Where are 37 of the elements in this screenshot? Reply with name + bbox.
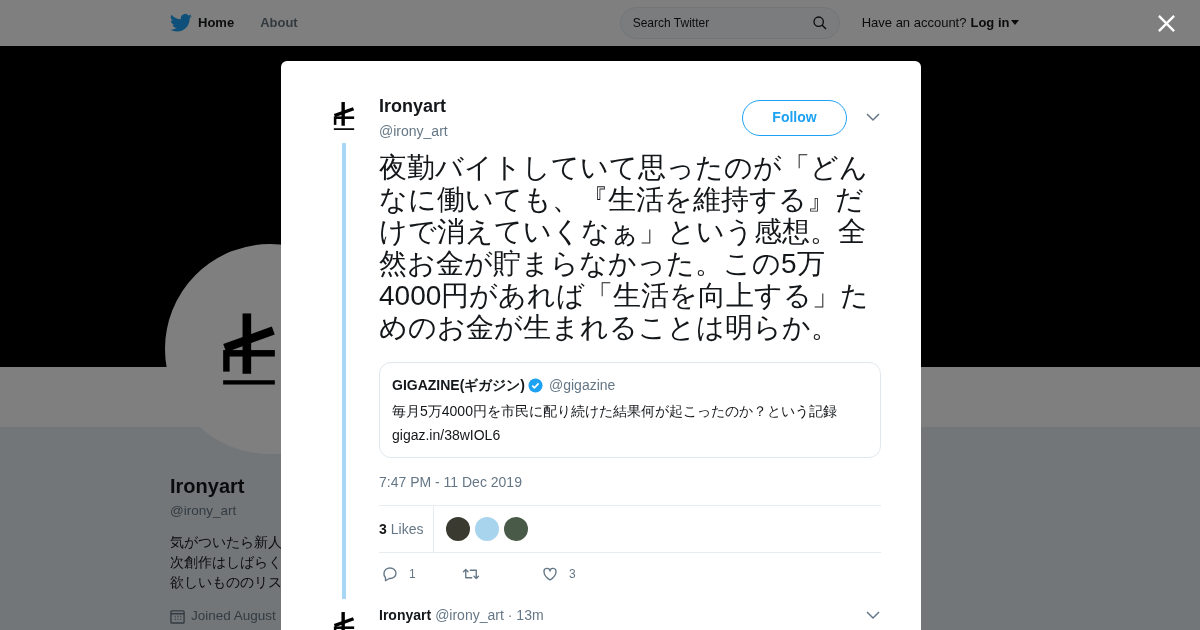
calendar-icon [170,608,185,624]
action-count: 1 [409,566,416,583]
chevron-down-icon[interactable] [866,611,880,620]
quoted-author-name: GIGAZINE(ギガジン) [392,376,525,395]
reply-icon[interactable] [381,565,399,583]
quoted-link: gigaz.in/38wIOL6 [392,426,502,445]
login-button[interactable]: Log in [970,13,1020,33]
quoted-tweet[interactable]: GIGAZINE(ギガジン) @gigazine 毎月5万4000円を市民に配り続けた結果何が起こったのか？という記録 gigaz.in/38wIOL6 [379,362,881,458]
reply-handle[interactable]: @irony_art [435,605,504,626]
joined-date: Joined August [191,607,276,626]
profile-handle: @irony_art [170,502,237,520]
author-avatar [333,101,355,131]
search-field[interactable]: Search Twitter [619,7,840,39]
reply-author-name[interactable]: Ironyart [379,605,432,626]
likes-count[interactable]: 3 Likes [379,506,435,552]
heart-icon[interactable] [541,565,559,583]
bio-line: 欲しいもののリス [170,574,282,593]
quoted-handle: @gigazine [549,376,616,395]
bio-line: 気がついたら新人 [170,534,282,553]
nav-link[interactable]: About [260,13,298,33]
tweet-text: 夜勤バイトしていて思ったのが「どんなに働いても、『生活を維持する』だけで消えていくなぁ」という感想。全然お金が貯まらなかった。この5万4000円があれば「生活を向上する」ためのお金が生まれることは明らか。 [379,152,871,344]
action-count: 3 [569,566,576,583]
tweet-timestamp[interactable]: 7:47 PM - 11 Dec 2019 [379,472,881,493]
profile-name: Ironyart [170,474,245,499]
account-prompt: Have an account? [861,14,967,33]
reply-time[interactable]: · 13m [507,605,866,626]
close-icon[interactable] [1157,14,1176,33]
nav-link[interactable]: Home [198,13,235,33]
author-handle[interactable]: @irony_art [379,121,742,142]
author-name[interactable]: Ironyart [379,93,742,120]
chevron-down-icon[interactable] [866,113,880,122]
liker-avatar[interactable] [446,517,471,541]
search-icon[interactable] [811,15,828,31]
quoted-text: 毎月5万4000円を市民に配り続けた結果何が起こったのか？という記録 [392,402,838,421]
bio-line: 次創作はしばらく [170,554,282,573]
caret-icon [1011,20,1020,26]
liker-avatar[interactable] [504,517,529,541]
